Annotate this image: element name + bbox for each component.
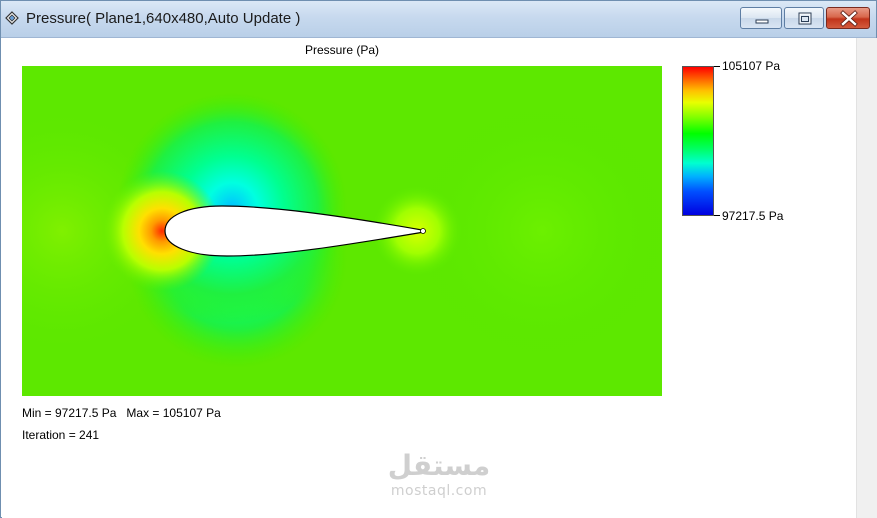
pressure-plot-window: Pressure( Plane1,640x480,Auto Update ) P… xyxy=(0,0,877,518)
max-value-text: Max = 105107 Pa xyxy=(126,406,221,420)
legend-min-tick xyxy=(714,215,720,216)
vertical-scrollbar[interactable] xyxy=(856,38,877,518)
legend-max-tick xyxy=(714,66,720,67)
window-title: Pressure( Plane1,640x480,Auto Update ) xyxy=(26,10,301,27)
close-icon xyxy=(840,10,858,27)
pressure-color-legend xyxy=(682,66,714,216)
watermark-latin-text: mostaql.com xyxy=(390,483,488,499)
plot-title: Pressure (Pa) xyxy=(304,43,380,57)
title-bar[interactable]: Pressure( Plane1,640x480,Auto Update ) xyxy=(1,1,876,38)
min-max-readout: Min = 97217.5 Pa Max = 105107 Pa xyxy=(22,406,221,420)
maximize-button[interactable] xyxy=(784,7,824,29)
minimize-icon xyxy=(755,19,769,24)
iteration-readout: Iteration = 241 xyxy=(22,428,100,442)
min-value-text: Min = 97217.5 Pa xyxy=(22,406,117,420)
trailing-edge-point xyxy=(420,228,426,234)
maximize-icon xyxy=(798,12,812,25)
legend-max-label: 105107 Pa xyxy=(722,59,781,73)
minimize-button[interactable] xyxy=(740,7,782,29)
watermark-logo: مستقل mostaql.com xyxy=(379,449,499,513)
plot-area: Pressure (Pa) 105107 Pa 97217.5 Pa Min =… xyxy=(2,38,856,518)
plot-window-icon xyxy=(5,11,19,25)
watermark-arabic-text: مستقل xyxy=(387,449,491,482)
pressure-contour-field xyxy=(22,66,662,396)
legend-min-label: 97217.5 Pa xyxy=(722,209,784,223)
close-button[interactable] xyxy=(826,7,870,29)
